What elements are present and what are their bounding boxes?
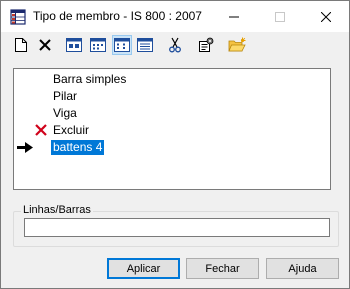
small-icons-view-button[interactable] [88, 35, 108, 55]
close-button[interactable]: Fechar [186, 258, 259, 279]
list-item-viga[interactable]: Viga [14, 105, 330, 122]
list-item-battens-4[interactable]: battens 4 [14, 139, 330, 156]
app-table-icon [10, 9, 26, 25]
lines-bars-label: Linhas/Barras [21, 203, 93, 217]
list-item-label: Viga [53, 106, 77, 120]
list-item-excluir[interactable]: Excluir [14, 122, 330, 139]
toolbar [1, 32, 349, 58]
help-button[interactable]: Ajuda [266, 258, 339, 279]
large-icons-view-button[interactable] [64, 35, 84, 55]
list-item-label: battens 4 [51, 140, 105, 155]
view-details-icon [137, 38, 153, 52]
minimize-button[interactable] [211, 1, 257, 32]
new-document-icon [15, 38, 27, 52]
open-button[interactable] [227, 35, 247, 55]
member-type-dialog: Tipo de membro - IS 800 : 2007 Barra sim… [0, 0, 350, 289]
close-icon [321, 11, 331, 22]
view-list-icon [114, 38, 130, 52]
properties-icon [199, 37, 214, 52]
list-item-label: Pilar [53, 89, 78, 103]
delete-x-icon [39, 39, 51, 51]
red-x-icon [34, 123, 48, 137]
view-large-icons-icon [66, 38, 82, 52]
maximize-icon [275, 11, 285, 22]
list-item-pilar[interactable]: Pilar [14, 88, 330, 105]
details-view-button[interactable] [135, 35, 155, 55]
title-bar[interactable]: Tipo de membro - IS 800 : 2007 [1, 1, 349, 32]
minimize-icon [229, 16, 239, 17]
delete-button[interactable] [35, 35, 55, 55]
list-item-label: Barra simples [53, 72, 127, 86]
current-arrow-icon [17, 142, 33, 153]
window-title: Tipo de membro - IS 800 : 2007 [33, 9, 202, 23]
apply-button[interactable]: Aplicar [107, 258, 180, 279]
list-item-label: Excluir [53, 123, 90, 137]
maximize-button [257, 1, 303, 32]
list-item-barra-simples[interactable]: Barra simples [14, 71, 330, 88]
lines-bars-field[interactable] [24, 218, 330, 237]
properties-button[interactable] [196, 35, 216, 55]
view-small-icons-icon [90, 38, 106, 52]
list-view-button[interactable] [112, 35, 132, 55]
cut-button[interactable] [165, 35, 185, 55]
close-window-button[interactable] [303, 1, 349, 32]
scissors-icon [169, 37, 181, 53]
open-folder-icon [228, 37, 246, 52]
new-button[interactable] [11, 35, 31, 55]
member-type-list[interactable]: Barra simples Pilar Viga Excluir battens… [13, 68, 331, 190]
